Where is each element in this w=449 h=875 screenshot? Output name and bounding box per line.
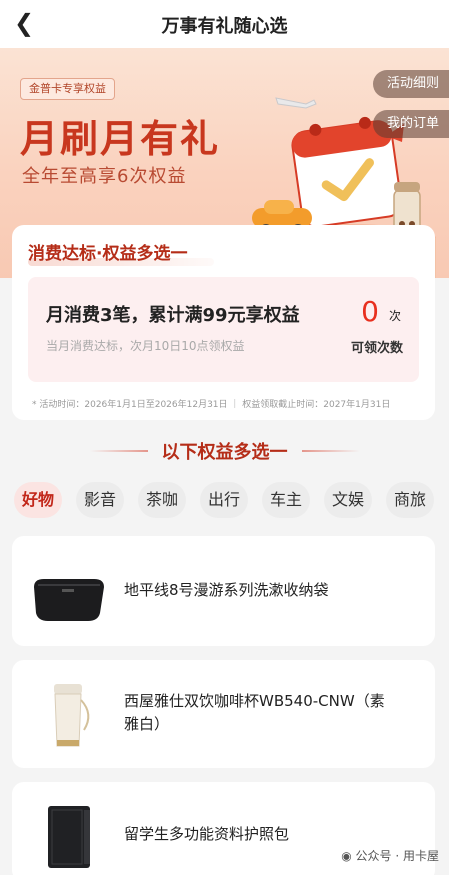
tab-haowu[interactable]: 好物: [14, 482, 62, 518]
passport-wallet-icon: [48, 806, 90, 868]
page-title: 万事有礼随心选: [161, 16, 288, 37]
spend-rule: 月消费3笔，累计满99元享权益: [46, 305, 300, 326]
nav-bar: ❮ 万事有礼随心选: [0, 0, 449, 48]
item-name-line2: 雅白）: [124, 715, 170, 733]
tab-chaka[interactable]: 茶咖: [138, 482, 186, 518]
tab-wenyu[interactable]: 文娱: [324, 482, 372, 518]
tab-yingyin[interactable]: 影音: [76, 482, 124, 518]
section-divider-right: [302, 450, 360, 452]
rules-button[interactable]: 活动细则: [372, 70, 449, 98]
progress-card: 消费达标·权益多选一 月消费3笔，累计满99元享权益 当月消费达标，次月10日1…: [12, 225, 435, 420]
claim-count-unit: 次: [388, 309, 401, 323]
tab-chuxing[interactable]: 出行: [200, 482, 248, 518]
watermark-label: 公众号 · 用卡屋: [355, 849, 439, 863]
section-title: 以下权益多选一: [161, 442, 288, 463]
toiletry-bag-icon: [34, 579, 104, 621]
claim-count: 0: [361, 295, 379, 328]
my-orders-button[interactable]: 我的订单: [372, 110, 449, 138]
watermark-text: ◉ 公众号 · 用卡屋: [341, 847, 439, 864]
banner-headline: 月刷月有礼: [20, 117, 221, 161]
item-name: 地平线8号漫游系列洗漱收纳袋: [124, 581, 329, 599]
progress-box: 月消费3笔，累计满99元享权益 当月消费达标，次月10日10点领权益 0 次 可…: [28, 277, 419, 382]
spend-rule-detail: 当月消费达标，次月10日10点领权益: [46, 339, 245, 353]
banner-subline: 全年至高享6次权益: [22, 166, 187, 187]
activity-period: * 活动时间：2026年1月1日至2026年12月31日 ｜ 权益领取截止时间：…: [32, 400, 391, 410]
list-item[interactable]: 西屋雅仕双饮咖啡杯WB540-CNW（素 雅白）: [12, 660, 435, 768]
tab-shanglv[interactable]: 商旅: [386, 482, 434, 518]
wechat-icon: ◉: [341, 849, 352, 863]
card-tier-tag: 金普卡专享权益: [20, 78, 115, 100]
progress-card-title: 消费达标·权益多选一: [28, 244, 188, 264]
coffee-cup-icon: [54, 684, 90, 747]
claim-count-label: 可领次数: [350, 341, 403, 356]
item-name: 留学生多功能资料护照包: [124, 825, 290, 843]
tab-chezhu[interactable]: 车主: [262, 482, 310, 518]
list-item[interactable]: 地平线8号漫游系列洗漱收纳袋: [12, 536, 435, 646]
item-name-line1: 西屋雅仕双饮咖啡杯WB540-CNW（素: [124, 692, 385, 710]
category-tabs: 好物 影音 茶咖 出行 车主 文娱 商旅: [0, 482, 449, 518]
